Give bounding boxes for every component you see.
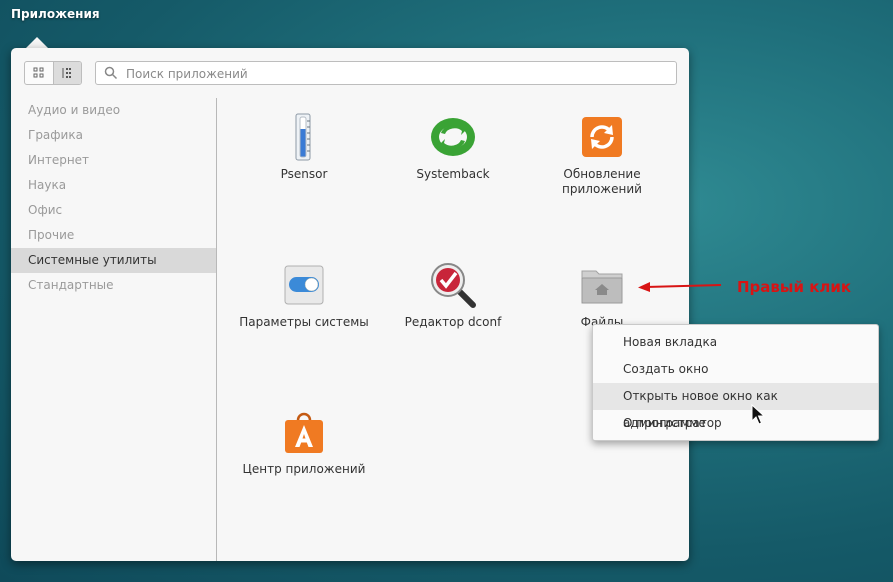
category-other[interactable]: Прочие [11,223,216,248]
menu-item-open-as-admin[interactable]: Открыть новое окно как администратор [593,383,878,430]
app-system-settings[interactable]: Параметры системы [229,261,379,330]
category-view-button[interactable] [52,62,81,84]
category-system-tools[interactable]: Системные утилиты [11,248,216,273]
view-mode-toggle [24,61,82,85]
app-systemback[interactable]: Systemback [378,113,528,182]
app-software-center[interactable]: Центр приложений [229,408,379,477]
category-view-icon [62,68,72,78]
app-label: Параметры системы [239,315,369,329]
applications-menu-button[interactable]: Приложения [11,7,100,21]
category-sidebar: Аудио и видео Графика Интернет Наука Офи… [11,98,216,561]
menu-item-new-window[interactable]: Создать окно [593,356,878,383]
top-panel: Приложения [0,0,893,28]
search-icon [104,66,118,80]
app-software-update[interactable]: Обновление приложений [527,113,677,197]
category-internet[interactable]: Интернет [11,148,216,173]
toggle-switch-icon [280,261,328,309]
annotation-arrow [638,282,722,292]
mouse-pointer-icon [751,404,765,425]
grid-view-icon [33,67,44,78]
category-office[interactable]: Офис [11,198,216,223]
applications-menu: Аудио и видео Графика Интернет Наука Офи… [11,48,689,561]
app-label: Systemback [416,167,490,181]
category-audio-video[interactable]: Аудио и видео [11,98,216,123]
category-accessories[interactable]: Стандартные [11,273,216,298]
app-label: Центр приложений [242,462,366,476]
annotation-label: Правый клик [737,278,852,296]
search-field[interactable] [95,61,677,85]
menu-item-about[interactable]: О программе [593,410,878,437]
search-input[interactable] [124,64,668,84]
app-psensor[interactable]: Psensor [229,113,379,182]
grid-view-button[interactable] [25,62,53,84]
app-dconf-editor[interactable]: Редактор dconf [378,261,528,330]
thermometer-icon [280,113,328,161]
context-menu: Новая вкладка Создать окно Открыть новое… [592,324,879,441]
magnifier-check-icon [429,261,477,309]
app-label: Psensor [280,167,328,181]
category-graphics[interactable]: Графика [11,123,216,148]
shopping-bag-icon [280,408,328,456]
home-folder-icon [578,261,626,309]
category-science[interactable]: Наука [11,173,216,198]
app-label: Обновление приложений [562,167,642,196]
green-recycle-icon [429,113,477,161]
menu-item-new-tab[interactable]: Новая вкладка [593,329,878,356]
orange-update-icon [578,113,626,161]
app-label: Редактор dconf [404,315,502,329]
